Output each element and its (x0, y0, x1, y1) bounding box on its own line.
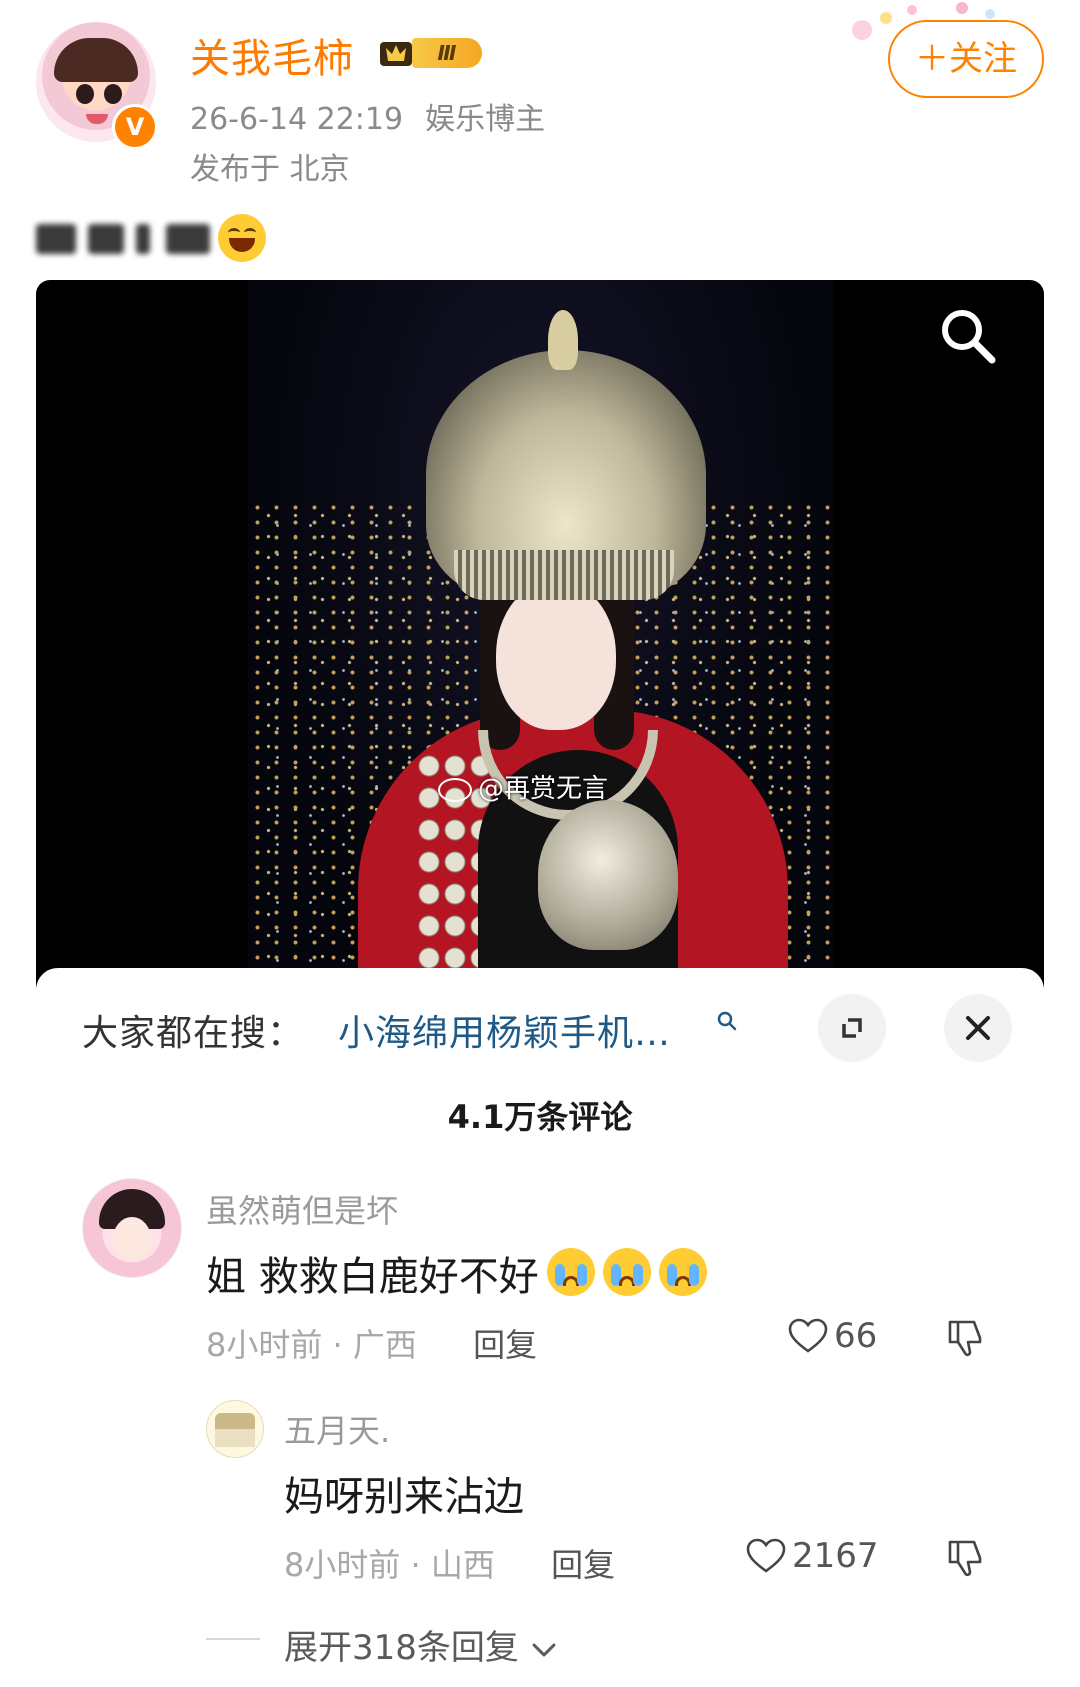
watermark-text: @再赏无言 (478, 774, 609, 804)
avatar-base (215, 1429, 255, 1447)
comment-time: 8小时前 (206, 1326, 323, 1364)
avatar-eye-left (76, 84, 94, 104)
post-location: 发布于 北京 (190, 152, 350, 187)
expand-icon (842, 1018, 862, 1038)
commenter-name[interactable]: 虽然萌但是坏 (206, 1186, 398, 1232)
comment-text: 姐 救救白鹿好不好 (206, 1244, 707, 1302)
avatar-mouth (86, 114, 108, 124)
chevron-down-icon (532, 1643, 556, 1656)
hot-search-term-link[interactable]: 小海绵用杨颖手机… (338, 1004, 671, 1056)
post-meta: 26-6-14 22:19 娱乐博主 (190, 94, 545, 138)
post-photo[interactable]: @再赏无言 (248, 280, 833, 1000)
image-search-icon[interactable] (936, 304, 1000, 368)
reply-meta: 8小时前 · 山西 回复 (284, 1540, 615, 1586)
face (496, 580, 616, 730)
reply-button[interactable]: 回复 (473, 1326, 537, 1364)
like-button[interactable]: 2167 (746, 1536, 879, 1580)
silver-pendant (538, 800, 678, 950)
avatar-face (113, 1217, 151, 1261)
close-sheet-button[interactable] (944, 994, 1012, 1062)
like-count: 2167 (792, 1536, 879, 1576)
post-text-blurred (36, 214, 226, 264)
avatar-eye-right (104, 84, 122, 104)
avatar-roof (215, 1413, 255, 1429)
crying-emoji-icon (658, 1248, 707, 1296)
author-tag: 娱乐博主 (425, 102, 546, 137)
like-button[interactable]: 66 (788, 1316, 877, 1360)
heart-icon (746, 1538, 786, 1573)
blurred-text-segment (88, 224, 124, 254)
expand-sheet-button[interactable] (818, 994, 886, 1062)
post-timestamp: 26-6-14 22:19 (190, 102, 404, 137)
crying-emoji-icon (546, 1248, 595, 1296)
commenter-avatar[interactable] (82, 1178, 182, 1278)
headdress-bird (548, 310, 578, 370)
like-count: 66 (834, 1316, 878, 1356)
comment-region: 广西 (352, 1326, 417, 1364)
blurred-text-segment (36, 224, 76, 254)
blurred-text-segment (166, 224, 210, 254)
weibo-logo-icon (438, 777, 472, 802)
media-watermark: @再赏无言 (438, 768, 608, 805)
close-icon (966, 1016, 990, 1040)
comment-meta: 8小时前 · 广西 回复 (206, 1320, 537, 1366)
dislike-icon[interactable] (944, 1536, 988, 1580)
headdress-fringe (454, 550, 674, 600)
reply-text: 妈呀别来沾边 (284, 1474, 524, 1520)
reply-button[interactable]: 回复 (551, 1546, 615, 1584)
laughing-emoji-icon (218, 214, 266, 262)
verified-badge-icon: V (112, 104, 158, 150)
meta-dot: · (332, 1326, 343, 1364)
expand-replies-label: 展开318条回复 (284, 1628, 519, 1668)
level-tag: Ⅲ (412, 38, 482, 68)
divider (206, 1638, 260, 1640)
reply-time: 8小时前 (284, 1546, 401, 1584)
reply-region: 山西 (430, 1546, 495, 1584)
blurred-text-segment (136, 224, 150, 254)
heart-icon (788, 1318, 828, 1353)
avatar-hair (54, 38, 138, 82)
expand-replies-button[interactable]: 展开318条回复 (284, 1620, 558, 1669)
hot-search-label: 大家都在搜： (82, 1013, 305, 1054)
meta-dot: · (410, 1546, 421, 1584)
member-level-badge: Ⅲ (378, 34, 490, 72)
reply-author-name[interactable]: 五月天. (284, 1406, 390, 1452)
crying-emoji-icon (602, 1248, 651, 1296)
comment-text-body: 姐 救救白鹿好不好 (206, 1254, 539, 1300)
search-icon[interactable] (716, 1010, 738, 1032)
post-media[interactable]: @再赏无言 (36, 280, 1044, 1000)
comment-count-title: 4.1万条评论 (447, 1098, 633, 1136)
reply-avatar[interactable] (206, 1400, 264, 1458)
dislike-icon[interactable] (944, 1316, 988, 1360)
follow-button[interactable]: ＋关注 (888, 20, 1044, 98)
author-name[interactable]: 关我毛柿 (190, 26, 354, 84)
